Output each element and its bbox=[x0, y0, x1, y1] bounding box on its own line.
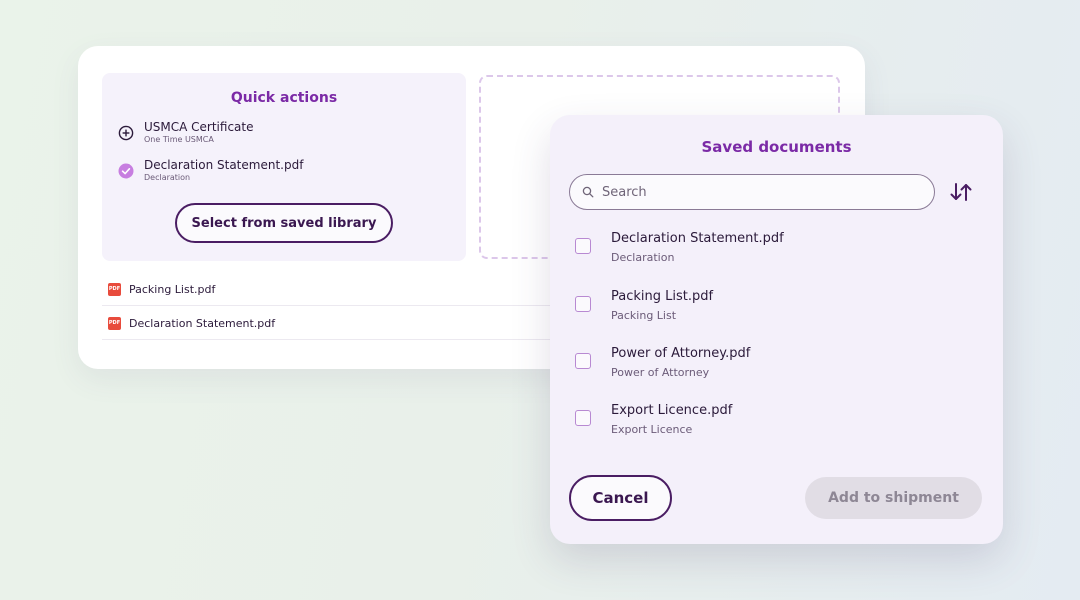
search-icon bbox=[582, 186, 594, 198]
document-type: Declaration bbox=[611, 251, 675, 264]
saved-document-item[interactable]: Power of Attorney.pdf Power of Attorney bbox=[575, 346, 975, 388]
pdf-file-icon: PDF bbox=[108, 316, 121, 330]
select-from-saved-library-button[interactable]: Select from saved library bbox=[175, 203, 393, 243]
document-name: Packing List.pdf bbox=[611, 289, 714, 304]
document-type: Power of Attorney bbox=[611, 366, 710, 379]
cancel-button[interactable]: Cancel bbox=[569, 475, 672, 521]
document-checkbox[interactable] bbox=[575, 238, 591, 254]
pdf-file-icon: PDF bbox=[108, 282, 121, 296]
search-input[interactable] bbox=[602, 184, 902, 200]
quick-action-subtitle: One Time USMCA bbox=[144, 135, 214, 144]
document-checkbox[interactable] bbox=[575, 410, 591, 426]
quick-action-usmca[interactable]: USMCA Certificate One Time USMCA bbox=[118, 120, 254, 145]
add-to-shipment-button[interactable]: Add to shipment bbox=[805, 477, 982, 519]
quick-action-declaration[interactable]: Declaration Statement.pdf Declaration bbox=[118, 158, 303, 183]
search-box[interactable] bbox=[569, 174, 935, 210]
plus-circle-icon bbox=[118, 125, 134, 141]
saved-document-item[interactable]: Packing List.pdf Packing List bbox=[575, 289, 975, 331]
quick-action-name: USMCA Certificate bbox=[144, 120, 254, 134]
attached-file-name: Declaration Statement.pdf bbox=[129, 316, 276, 330]
document-checkbox[interactable] bbox=[575, 296, 591, 312]
document-name: Export Licence.pdf bbox=[611, 403, 733, 418]
quick-action-name: Declaration Statement.pdf bbox=[144, 158, 304, 172]
saved-document-item[interactable]: Export Licence.pdf Export Licence bbox=[575, 403, 975, 445]
attached-file-name: Packing List.pdf bbox=[129, 282, 216, 296]
attached-file-row[interactable]: PDF Packing List.pdf bbox=[102, 273, 572, 306]
quick-actions-panel: Quick actions USMCA Certificate One Time… bbox=[102, 73, 466, 261]
check-circle-icon bbox=[118, 163, 134, 179]
modal-title: Saved documents bbox=[701, 138, 852, 156]
sort-arrows-icon[interactable] bbox=[948, 180, 974, 204]
quick-action-subtitle: Declaration bbox=[144, 173, 191, 182]
document-type: Export Licence bbox=[611, 423, 693, 436]
attached-file-row[interactable]: PDF Declaration Statement.pdf bbox=[102, 307, 572, 340]
document-name: Declaration Statement.pdf bbox=[611, 231, 784, 246]
document-type: Packing List bbox=[611, 309, 677, 322]
document-name: Power of Attorney.pdf bbox=[611, 346, 751, 361]
saved-documents-modal: Saved documents Declaration Statement.pd… bbox=[550, 115, 1003, 544]
document-checkbox[interactable] bbox=[575, 353, 591, 369]
quick-actions-title: Quick actions bbox=[230, 90, 338, 106]
saved-document-item[interactable]: Declaration Statement.pdf Declaration bbox=[575, 231, 975, 273]
